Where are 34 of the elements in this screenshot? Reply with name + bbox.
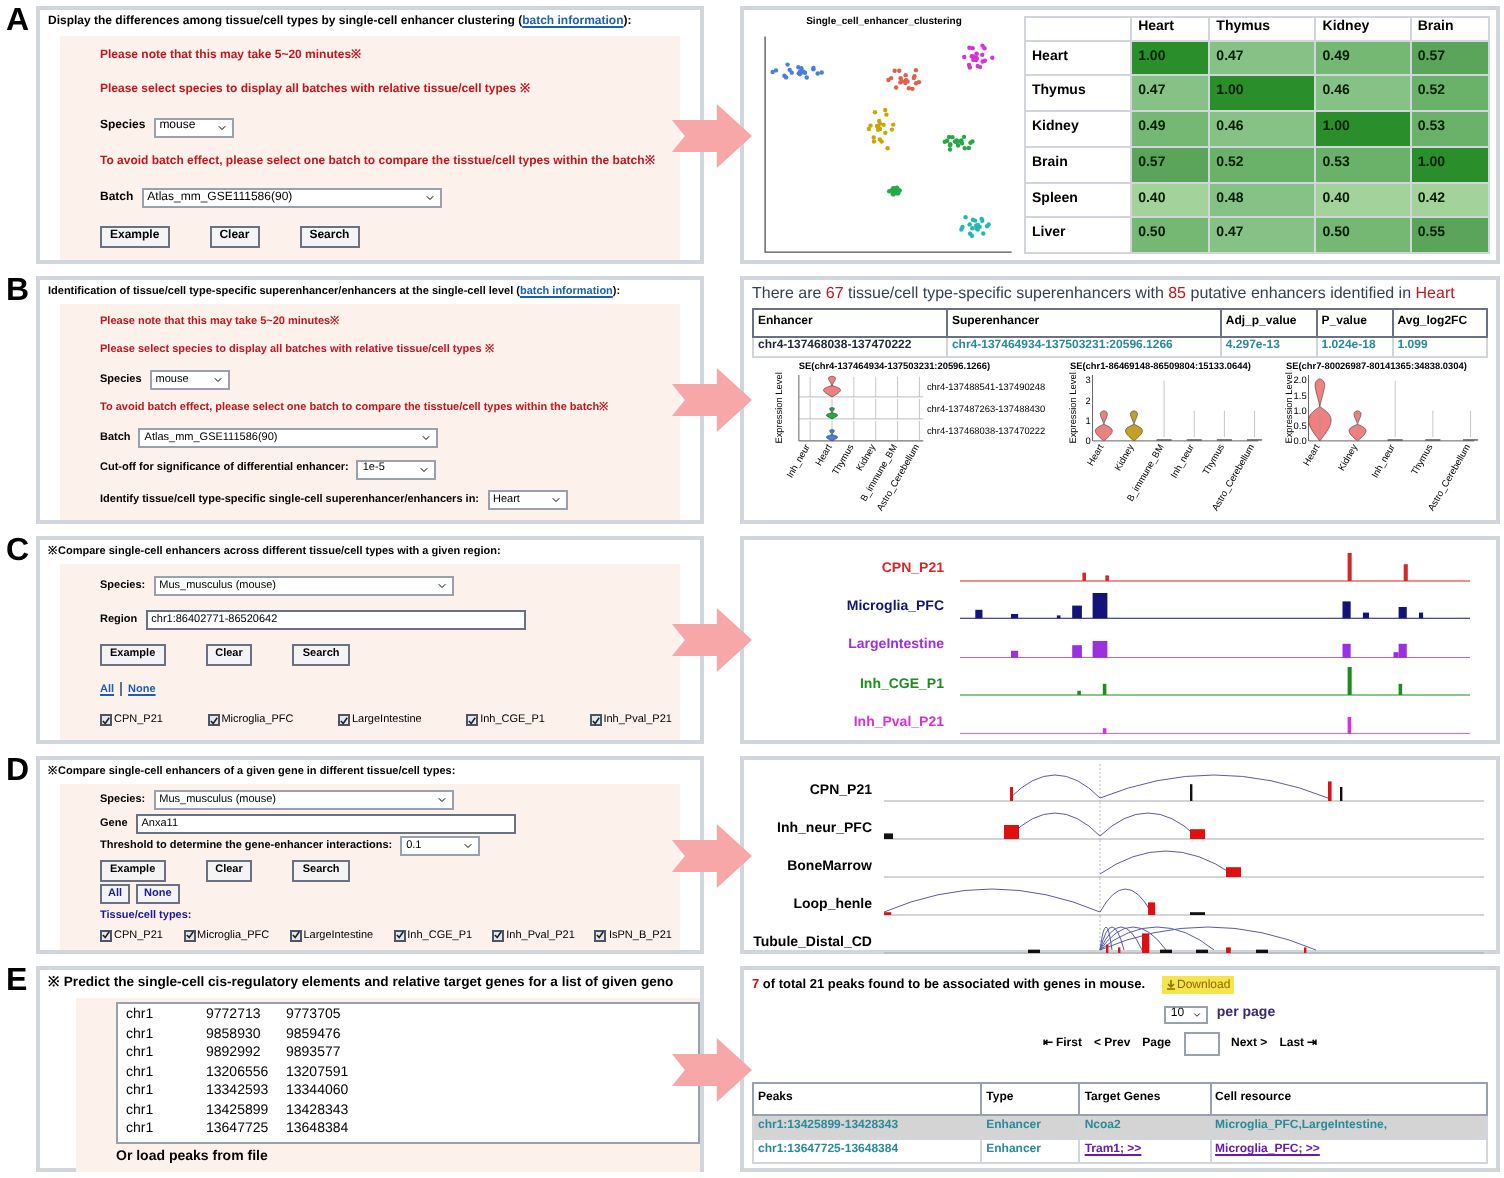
- arrow-drawing: [672, 99, 752, 171]
- panel-letter: E: [4, 966, 30, 1002]
- chevron-down-icon: [215, 121, 228, 134]
- arrow-drawing: [672, 604, 752, 676]
- arrow-drawing: [672, 819, 752, 891]
- download-icon: [1165, 980, 1175, 991]
- chevron-down-icon: [435, 579, 448, 592]
- checkbox[interactable]: [100, 929, 112, 942]
- checkbox[interactable]: [337, 714, 350, 727]
- checkbox[interactable]: [100, 714, 112, 727]
- checkbox[interactable]: [289, 929, 302, 942]
- panel-letter: A: [4, 6, 32, 42]
- checkbox[interactable]: [589, 714, 602, 727]
- chevron-down-icon: [462, 840, 475, 853]
- result-summary: There are 67 tissue/cell type-specific superenhancers with 85 putative enhancers identified in Heart: [752, 282, 1457, 304]
- arrow-drawing: [672, 1033, 752, 1105]
- page-number-field[interactable]: [1183, 1032, 1219, 1057]
- checkbox[interactable]: [466, 714, 479, 727]
- chevron-down-icon: [420, 432, 433, 445]
- arrow-drawing: [672, 364, 752, 436]
- chevron-down-icon: [1192, 1009, 1203, 1019]
- chevron-down-icon: [418, 463, 431, 476]
- panel-letter: D: [4, 756, 32, 792]
- checkbox[interactable]: [393, 929, 406, 942]
- chevron-down-icon: [549, 494, 562, 507]
- chevron-down-icon: [423, 192, 436, 205]
- checkbox[interactable]: [207, 714, 220, 727]
- checkbox[interactable]: [492, 929, 505, 942]
- checkbox[interactable]: [183, 929, 196, 942]
- panel-letter: B: [4, 276, 32, 312]
- chevron-down-icon: [211, 373, 224, 386]
- panel-letter: C: [4, 536, 32, 572]
- checkbox[interactable]: [594, 929, 607, 942]
- chevron-down-icon: [435, 794, 448, 807]
